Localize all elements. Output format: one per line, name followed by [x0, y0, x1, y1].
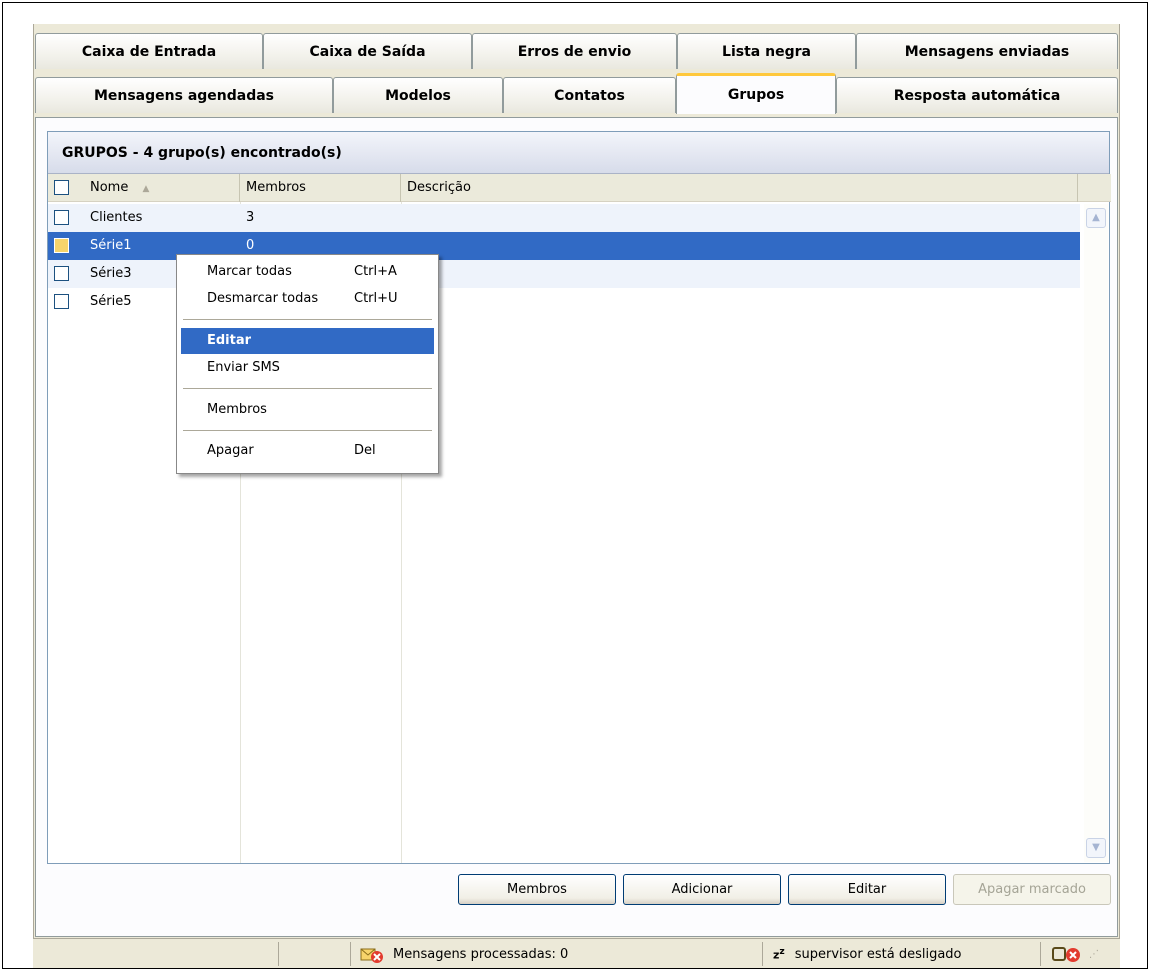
supervisor-status-text: supervisor está desligado [794, 946, 962, 962]
menu-item-send-sms[interactable]: Enviar SMS [181, 355, 434, 381]
cell-name: Série3 [90, 266, 132, 281]
status-pane-empty [278, 942, 350, 966]
status-pane-supervisor: zz supervisor está desligado [762, 942, 1040, 966]
tab-contatos[interactable]: Contatos [503, 77, 676, 113]
menu-separator [183, 319, 432, 320]
column-description-label: Descrição [407, 180, 471, 195]
row-checkbox[interactable] [54, 210, 69, 225]
add-button[interactable]: Adicionar [623, 874, 781, 905]
menu-item-label: Apagar [207, 443, 254, 458]
tab-modelos[interactable]: Modelos [333, 77, 503, 113]
menu-item-edit[interactable]: Editar [181, 328, 434, 354]
context-menu: Marcar todas Ctrl+A Desmarcar todas Ctrl… [176, 254, 439, 474]
status-pane-connection: ⋰ [1040, 942, 1118, 966]
scroll-down-icon[interactable]: ▼ [1086, 838, 1106, 858]
groups-list: GRUPOS - 4 grupo(s) encontrado(s) Nome ▲… [47, 131, 1111, 864]
table-row[interactable]: Clientes 3 [48, 204, 1080, 232]
tab-resposta-autom-tica[interactable]: Resposta automática [836, 77, 1118, 113]
vertical-scrollbar[interactable]: ▲ ▼ [1084, 204, 1108, 862]
menu-item-delete[interactable]: Apagar Del [181, 438, 434, 464]
status-bar: Mensagens processadas: 0 zz supervisor e… [33, 938, 1120, 968]
shortcut-label: Ctrl+A [354, 264, 397, 279]
row-checkbox[interactable] [54, 294, 69, 309]
scroll-up-icon[interactable]: ▲ [1086, 208, 1106, 228]
menu-separator [183, 430, 432, 431]
menu-item-mark-all[interactable]: Marcar todas Ctrl+A [181, 259, 434, 285]
resize-grip-icon[interactable]: ⋰ [1089, 949, 1099, 960]
tab-caixa-de-entrada[interactable]: Caixa de Entrada [35, 33, 263, 69]
delete-marked-button[interactable]: Apagar marcado [953, 874, 1111, 905]
tab-row-top: Caixa de Entrada Caixa de Saída Erros de e… [35, 33, 1118, 69]
tab-mensagens-agendadas[interactable]: Mensagens agendadas [35, 77, 333, 113]
column-header-members[interactable]: Membros [240, 174, 401, 202]
cell-name: Série1 [90, 238, 132, 253]
tab-grupos[interactable]: Grupos [676, 73, 836, 114]
column-header-name[interactable]: Nome ▲ [84, 174, 240, 202]
menu-item-unmark-all[interactable]: Desmarcar todas Ctrl+U [181, 286, 434, 312]
menu-item-label: Editar [207, 333, 252, 348]
cell-name: Clientes [90, 210, 143, 225]
menu-item-members[interactable]: Membros [181, 397, 434, 423]
menu-item-label: Marcar todas [207, 264, 292, 279]
edit-button[interactable]: Editar [788, 874, 946, 905]
list-header: Nome ▲ Membros Descrição [48, 174, 1111, 202]
column-members-label: Membros [246, 180, 306, 195]
tab-erros-de-envio[interactable]: Erros de envio [472, 33, 677, 69]
tab-row-bottom: Mensagens agendadas Modelos Contatos Grupos… [35, 73, 1118, 114]
column-header-description[interactable]: Descrição [401, 174, 1078, 202]
header-select-all[interactable] [48, 174, 84, 202]
sort-ascending-icon: ▲ [142, 184, 150, 194]
menu-item-label: Enviar SMS [207, 360, 280, 375]
menu-separator [183, 388, 432, 389]
shortcut-label: Ctrl+U [354, 291, 398, 306]
tab-mensagens-enviadas[interactable]: Mensagens enviadas [856, 33, 1118, 69]
messages-error-icon [360, 948, 383, 963]
column-name-label: Nome [90, 180, 129, 195]
tab-lista-negra[interactable]: Lista negra [677, 33, 856, 69]
row-checkbox[interactable] [54, 238, 69, 253]
cell-name: Série5 [90, 294, 132, 309]
row-checkbox[interactable] [54, 266, 69, 281]
connection-error-icon [1052, 947, 1080, 962]
shortcut-label: Del [354, 443, 376, 458]
cell-members: 3 [246, 210, 255, 225]
panel-title: GRUPOS - 4 grupo(s) encontrado(s) [48, 132, 1109, 174]
menu-item-label: Membros [207, 402, 267, 417]
tab-caixa-de-sa-da[interactable]: Caixa de Saída [263, 33, 472, 69]
processed-count-text: Mensagens processadas: 0 [393, 946, 569, 962]
status-pane-processed: Mensagens processadas: 0 [350, 942, 762, 966]
sleeping-supervisor-icon: zz [773, 946, 785, 962]
members-button[interactable]: Membros [458, 874, 616, 905]
select-all-checkbox[interactable] [54, 180, 69, 195]
menu-item-label: Desmarcar todas [207, 291, 319, 306]
